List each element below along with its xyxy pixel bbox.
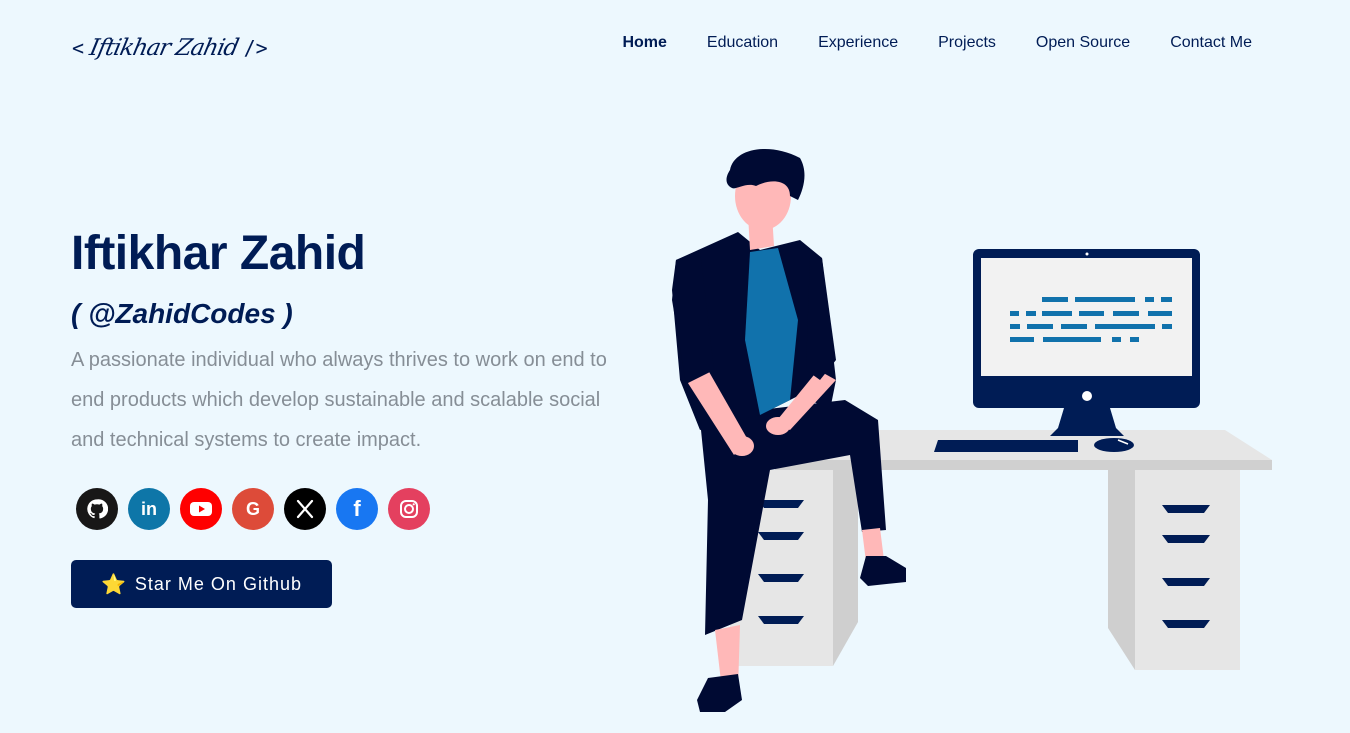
nav-contact-me[interactable]: Contact Me [1170,34,1252,52]
site-logo[interactable]: < Iftikhar Zahid /> [72,28,268,68]
hero-name: Iftikhar Zahid [71,227,366,280]
nav-home[interactable]: Home [622,34,666,52]
nav-experience[interactable]: Experience [818,34,898,52]
hero-handle: ( @ZahidCodes ) [71,298,293,329]
logo-signature: Iftikhar Zahid [87,35,241,61]
main-nav: Home Education Experience Projects Open … [622,34,1252,52]
youtube-icon[interactable] [180,488,222,530]
nav-open-source[interactable]: Open Source [1036,34,1130,52]
hero-bio: A passionate individual who always thriv… [71,349,607,451]
x-icon[interactable] [284,488,326,530]
github-icon[interactable] [76,488,118,530]
nav-projects[interactable]: Projects [938,34,996,52]
social-links: in G f [76,488,430,530]
nav-education[interactable]: Education [707,34,778,52]
cta-label: Star Me On Github [134,573,302,594]
logo-close: /> [243,36,268,60]
star-on-github-button[interactable]: ⭐ Star Me On Github [71,560,332,608]
star-icon: ⭐ [101,573,127,596]
facebook-icon[interactable]: f [336,488,378,530]
developer-illustration [672,148,1272,712]
linkedin-icon[interactable]: in [128,488,170,530]
instagram-icon[interactable] [388,488,430,530]
logo-open: < [72,36,85,60]
google-icon[interactable]: G [232,488,274,530]
